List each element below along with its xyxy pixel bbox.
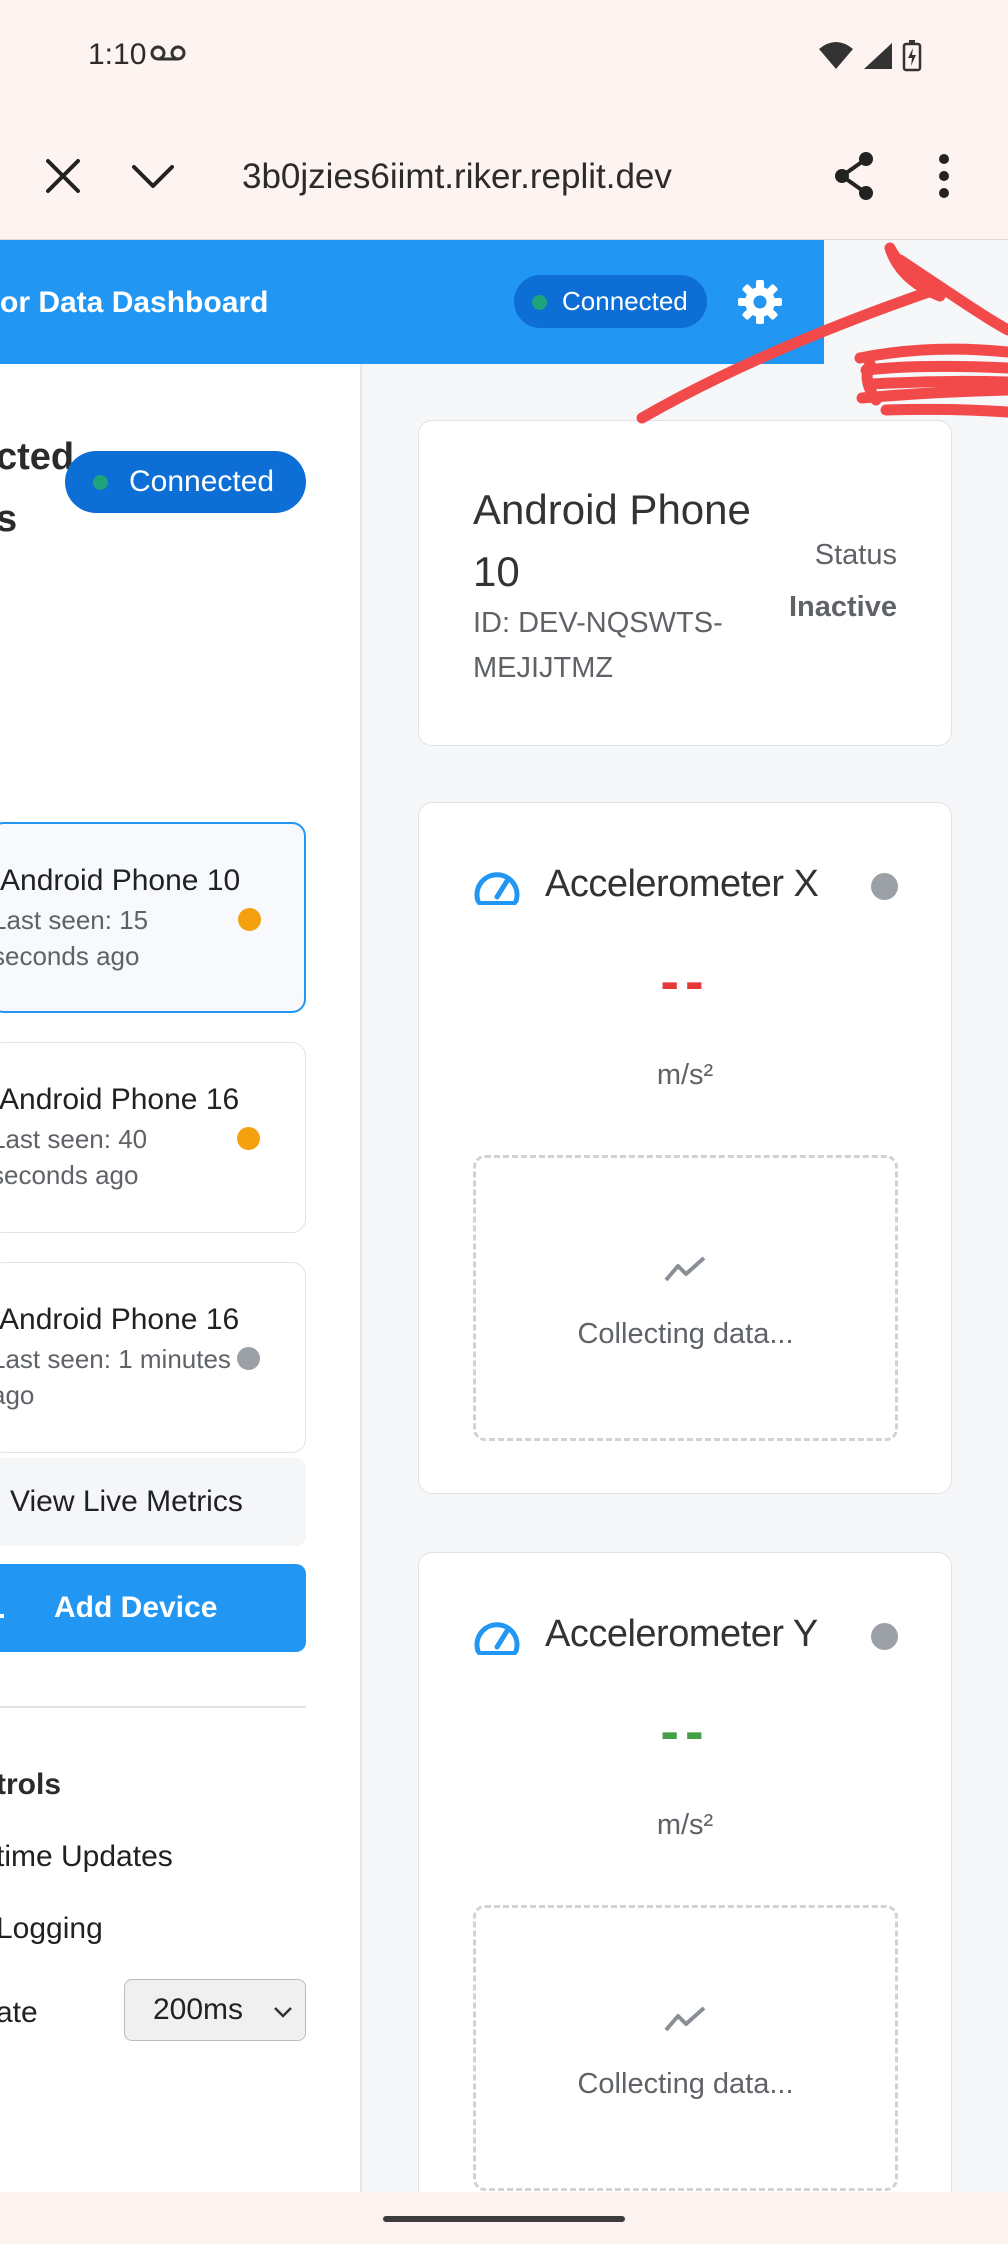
sensor-status-dot [871, 873, 898, 900]
battery-charging-icon [902, 40, 922, 77]
sensor-unit: m/s² [656, 1059, 714, 1091]
more-vert-icon[interactable] [936, 153, 952, 204]
status-time: 1:10 [88, 38, 147, 71]
sensor-unit: m/s² [656, 1809, 714, 1841]
update-rate-label: ate [0, 1996, 38, 2029]
voicemail-icon [150, 44, 186, 67]
device-title: Android Phone 10 [473, 486, 751, 595]
trending-icon [664, 2004, 708, 2039]
sensor-chart-placeholder: Collecting data... [473, 1905, 898, 2191]
sidebar-divider [0, 1706, 306, 1708]
signal-icon [862, 41, 894, 76]
chevron-down-icon[interactable] [130, 153, 176, 204]
device-id: ID: DEV-NQSWTS-MEJIJTMZ [473, 607, 723, 684]
device-status-dot [237, 1347, 260, 1370]
device-last-seen: Last seen: 1 minutes ago [0, 1344, 231, 1410]
connection-dot [532, 295, 547, 310]
update-rate-value: 200ms [153, 1993, 244, 2026]
status-value: Inactive [789, 591, 897, 623]
app-title: or Data Dashboard [0, 286, 269, 319]
home-handle[interactable] [383, 2216, 625, 2222]
sidebar-connection-badge: Connected [65, 451, 306, 513]
controls-heading: trols [0, 1768, 62, 1801]
sensor-card-accel-y: Accelerometer Y -- m/s² Collecting data.… [418, 1552, 952, 2192]
add-device-button[interactable]: Add Device [0, 1564, 306, 1652]
system-icons [818, 40, 922, 77]
connection-dot [93, 475, 108, 490]
browser-toolbar: 3b0jzies6iimt.riker.replit.dev [0, 115, 1008, 240]
device-last-seen: Last seen: 15 seconds ago [0, 905, 149, 971]
sensor-chart-placeholder: Collecting data... [473, 1155, 898, 1441]
status-bar: 1:10 [0, 0, 1008, 115]
navigation-bar [0, 2192, 1008, 2244]
device-status-dot [237, 1127, 260, 1150]
sidebar-connection-text: Connected [129, 465, 275, 498]
speedometer-icon [473, 867, 521, 912]
sensor-value: -- [660, 949, 710, 1012]
sensor-card-accel-x: Accelerometer X -- m/s² Collecting data.… [418, 802, 952, 1494]
sidebar-heading: cted s [0, 436, 75, 540]
device-card[interactable]: Android Phone 16 Last seen: 1 minutes ag… [0, 1262, 306, 1453]
add-device-label: Add Device [54, 1591, 218, 1624]
trending-icon [664, 1254, 708, 1289]
sensor-value: -- [660, 1699, 710, 1762]
close-icon[interactable] [44, 153, 82, 204]
device-status-dot [238, 908, 261, 931]
annotation-scribble [636, 242, 1008, 424]
sidebar: cted s Connected Android Phone 10 Last s… [0, 364, 362, 2192]
update-rate-select[interactable]: 200ms [124, 1979, 306, 2041]
device-card[interactable]: Android Phone 10 Last seen: 15 seconds a… [0, 822, 306, 1013]
wifi-icon [818, 41, 854, 76]
speedometer-icon [473, 1617, 521, 1662]
device-name: Android Phone 16 [0, 1083, 240, 1116]
logging-toggle[interactable]: Logging [0, 1912, 103, 1946]
chevron-down-icon [271, 1998, 295, 2032]
device-name: Android Phone 10 [0, 864, 241, 897]
web-page: or Data Dashboard Connected cted s Conne… [0, 240, 1008, 2192]
device-name: Android Phone 16 [0, 1303, 240, 1336]
device-info-card: Android Phone 10 ID: DEV-NQSWTS-MEJIJTMZ… [418, 420, 952, 746]
sensor-status-dot [871, 1623, 898, 1650]
sensor-title: Accelerometer Y [545, 1613, 818, 1655]
view-live-metrics-button[interactable]: View Live Metrics [0, 1458, 306, 1546]
status-label: Status [814, 539, 897, 571]
device-last-seen: Last seen: 40 seconds ago [0, 1124, 148, 1190]
device-card[interactable]: Android Phone 16 Last seen: 40 seconds a… [0, 1042, 306, 1233]
realtime-updates-toggle[interactable]: time Updates [0, 1840, 173, 1874]
collecting-data-text: Collecting data... [577, 1318, 794, 1350]
collecting-data-text: Collecting data... [577, 2068, 794, 2100]
url-bar[interactable]: 3b0jzies6iimt.riker.replit.dev [242, 157, 712, 197]
plus-icon [0, 1594, 4, 1628]
sensor-title: Accelerometer X [545, 863, 819, 905]
share-icon[interactable] [832, 151, 876, 206]
